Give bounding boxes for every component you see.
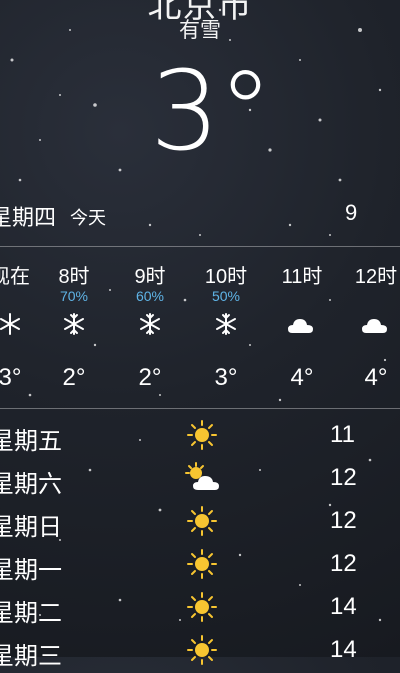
precip-probability: 70% [59,288,89,304]
precip-probability: 50% [211,288,241,304]
precip-probability: 60% [135,288,165,304]
divider-bottom [0,408,400,409]
hour-temp: 2° [138,364,162,391]
hour-temp: 3° [214,364,238,391]
hour-time: 10时 [204,266,248,288]
current-temperature: 3° [150,47,273,175]
hourly-item: 10时 50% 3° [196,246,256,408]
daily-row: 星期五 11 [0,415,400,457]
today-high-temp: 9 [345,200,358,225]
hour-time: 8时 [58,266,90,288]
day-high-temp: 14 [330,636,357,663]
hour-time: 9时 [134,266,166,288]
day-name: 星期三 [0,643,62,670]
hourly-forecast[interactable]: 现在 3° 8时 70% 2° 9时 60% [0,246,400,408]
today-day-name: 星期四 [0,205,57,230]
day-high-temp: 12 [330,464,357,491]
hour-temp: 3° [0,364,22,391]
cloud-icon [272,306,332,342]
daily-row: 星期日 12 [0,501,400,543]
hourly-item: 12时 4° [346,246,400,408]
daily-forecast[interactable]: 星期五 11 星期六 12 星期日 12 星期一 12 星期二 14 星期三 1… [0,415,400,670]
hourly-item: 现在 3° [0,246,40,408]
day-high-temp: 14 [330,593,357,620]
snowflake-icon [0,306,40,342]
snowflake-icon [120,306,180,342]
day-high-temp: 12 [330,550,357,577]
daily-row: 星期二 14 [0,587,400,629]
today-label: 今天 [70,208,106,228]
partly-cloudy-icon [182,460,222,496]
snowflake-icon [44,306,104,342]
hourly-item: 8时 70% 2° [44,246,104,408]
day-name: 星期日 [0,514,62,541]
day-name: 星期六 [0,471,62,498]
hour-temp: 4° [290,364,314,391]
day-high-temp: 11 [330,421,355,448]
cloud-icon [346,306,400,342]
sun-icon [182,589,222,625]
sun-icon [182,417,222,453]
hourly-item: 9时 60% 2° [120,246,180,408]
today-summary-row: 星期四 今天 9 [0,200,400,232]
hourly-item: 11时 4° [272,246,332,408]
daily-row: 星期三 14 [0,630,400,672]
day-name: 星期五 [0,428,62,455]
sun-icon [182,546,222,582]
hour-time: 现在 [0,266,30,288]
weather-condition: 有雪 [179,19,221,42]
hour-time: 12时 [354,266,398,288]
sun-icon [182,503,222,539]
hour-temp: 4° [364,364,388,391]
day-name: 星期二 [0,600,62,627]
sun-icon [182,632,222,668]
hour-temp: 2° [62,364,86,391]
day-name: 星期一 [0,557,62,584]
hour-time: 11时 [281,266,323,288]
day-high-temp: 12 [330,507,357,534]
snowflake-icon [196,306,256,342]
daily-row: 星期六 12 [0,458,400,500]
daily-row: 星期一 12 [0,544,400,586]
